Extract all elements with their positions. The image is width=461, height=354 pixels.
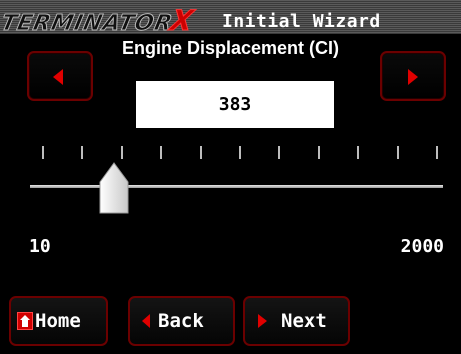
decrement-button[interactable] (27, 51, 93, 101)
logo-text: TERMINATOR (0, 11, 176, 37)
left-arrow-icon (142, 314, 150, 328)
increment-button[interactable] (380, 51, 446, 101)
slider-tick (81, 146, 84, 159)
slider-tick (357, 146, 360, 159)
slider-tick (120, 146, 123, 159)
slider-tick (436, 146, 438, 159)
back-button[interactable]: Back (128, 296, 235, 346)
slider-tick (199, 146, 202, 159)
slider-track[interactable] (30, 185, 443, 188)
right-arrow-icon (258, 314, 267, 328)
slider-tick (42, 146, 44, 159)
slider-min-label: 10 (29, 236, 51, 257)
next-label: Next (281, 310, 327, 332)
back-label: Back (158, 310, 204, 332)
logo-accent: X (167, 4, 198, 38)
home-icon (17, 312, 33, 330)
slider-tick (239, 146, 241, 159)
slider-ticks (30, 146, 438, 160)
slider-thumb[interactable] (99, 162, 129, 214)
slider-tick (317, 146, 320, 159)
left-arrow-icon (53, 69, 63, 85)
next-button[interactable]: Next (243, 296, 350, 346)
wizard-title: Initial Wizard (222, 11, 381, 32)
slider-tick (278, 146, 281, 159)
slider-tick (160, 146, 163, 159)
home-button[interactable]: Home (9, 296, 108, 346)
home-label: Home (35, 310, 81, 332)
title-bar: TERMINATORX Initial Wizard (0, 0, 461, 38)
terminator-x-logo: TERMINATORX (0, 4, 198, 38)
slider-tick (396, 146, 399, 159)
slider-max-label: 2000 (400, 236, 444, 257)
value-display[interactable]: 383 (136, 81, 334, 128)
right-arrow-icon (408, 69, 418, 85)
